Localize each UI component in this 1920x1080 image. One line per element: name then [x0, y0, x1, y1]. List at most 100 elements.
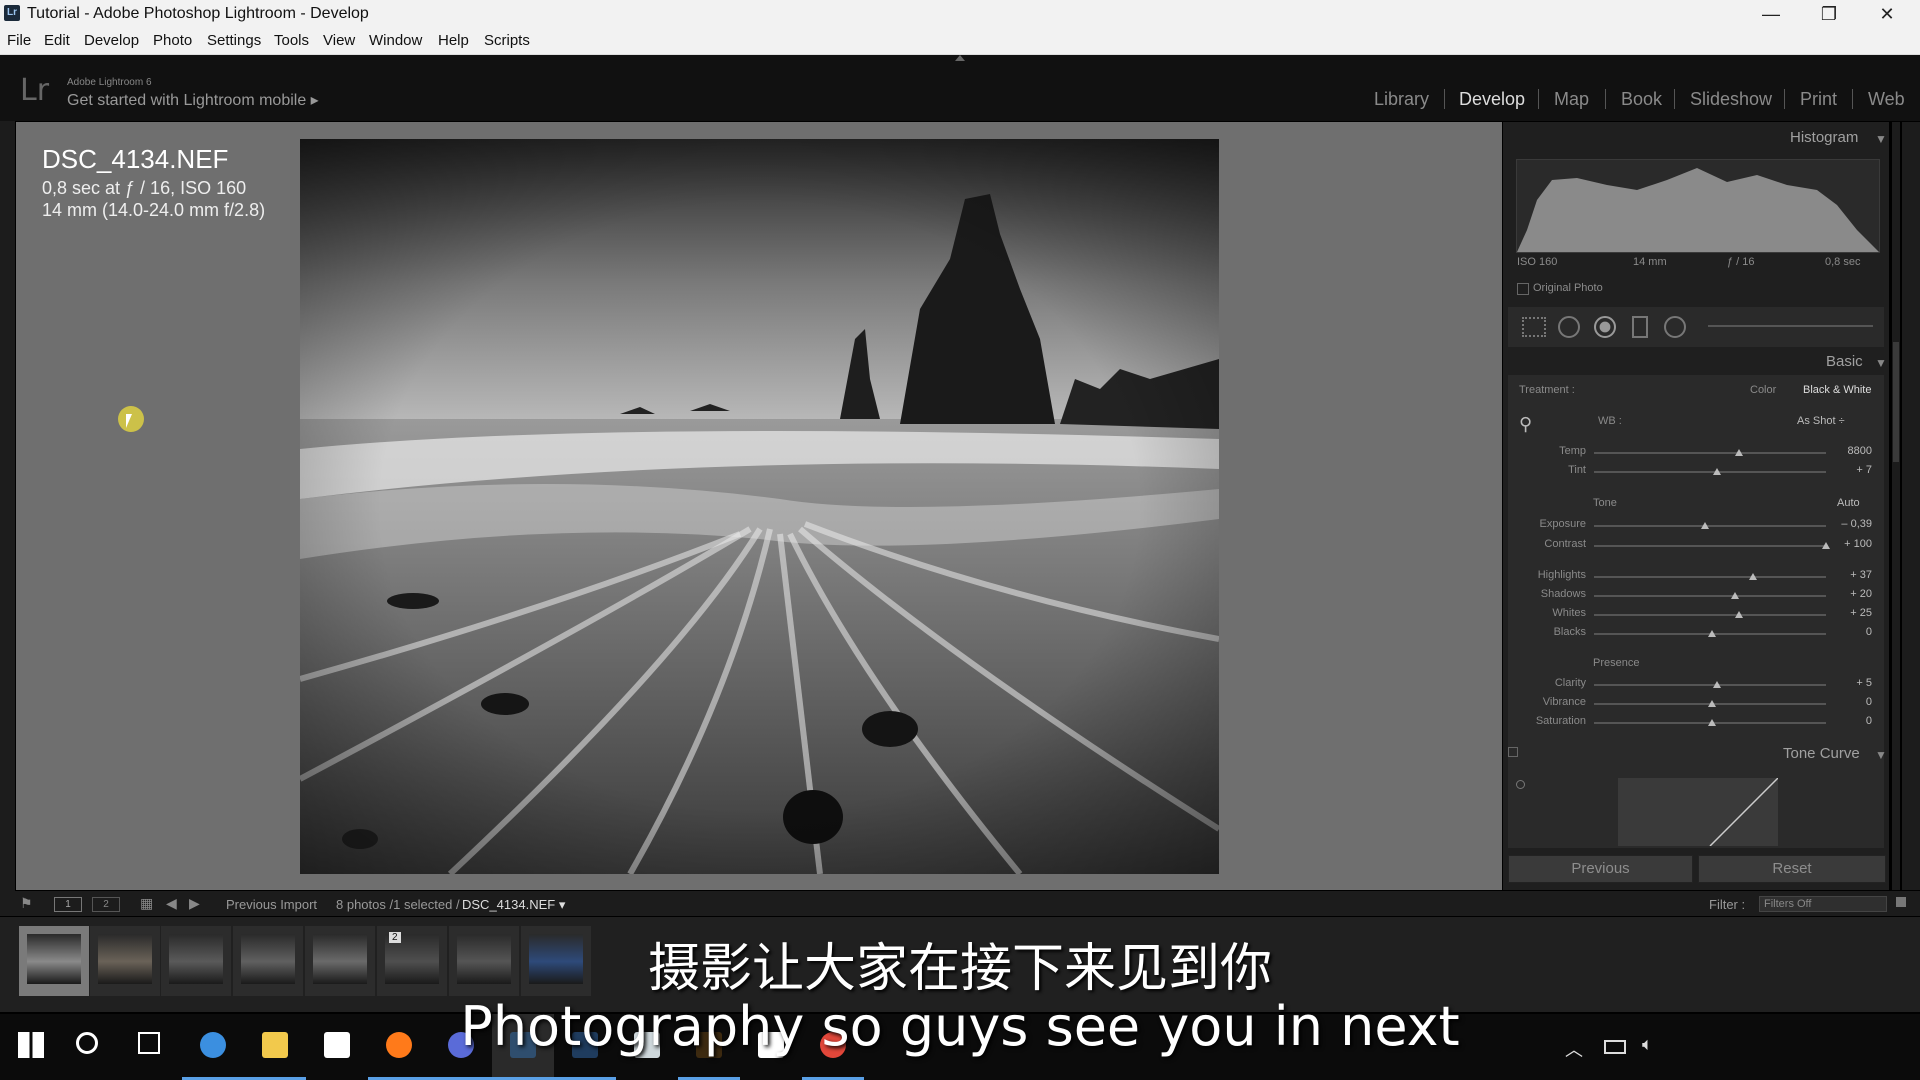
slider-track-whites[interactable]	[1594, 614, 1826, 616]
slider-value-saturation[interactable]: 0	[1836, 715, 1872, 727]
maximize-button[interactable]: ❐	[1800, 0, 1858, 30]
menu-develop[interactable]: Develop	[84, 32, 139, 49]
mobile-prompt-link[interactable]: Get started with Lightroom mobile ▸	[67, 90, 319, 110]
targeted-adjustment-icon[interactable]	[1516, 780, 1525, 789]
selected-filename-dropdown[interactable]: DSC_4134.NEF ▾	[462, 897, 565, 913]
slider-value-tint[interactable]: + 7	[1836, 464, 1872, 476]
slider-value-exposure[interactable]: – 0,39	[1836, 518, 1872, 530]
back-arrow-icon[interactable]: ◀	[166, 895, 177, 912]
tone-auto-button[interactable]: Auto	[1837, 497, 1860, 509]
slider-value-clarity[interactable]: + 5	[1836, 677, 1872, 689]
radial-filter-icon[interactable]	[1664, 316, 1686, 338]
filmstrip-source[interactable]: Previous Import	[226, 897, 317, 912]
slider-value-whites[interactable]: + 25	[1836, 607, 1872, 619]
filter-lock-icon[interactable]	[1896, 897, 1906, 907]
slider-thumb-vibrance[interactable]	[1708, 700, 1716, 707]
right-panel-scrollbar[interactable]	[1892, 122, 1900, 890]
slider-value-shadows[interactable]: + 20	[1836, 588, 1872, 600]
seascape-image	[300, 139, 1219, 874]
histogram-panel-title[interactable]: Histogram	[1790, 129, 1858, 146]
red-eye-icon[interactable]	[1594, 316, 1616, 338]
tone-curve-collapse-icon[interactable]: ▼	[1875, 748, 1887, 762]
menu-photo[interactable]: Photo	[153, 32, 192, 49]
module-separator	[1784, 89, 1785, 109]
menu-help[interactable]: Help	[438, 32, 469, 49]
crop-overlay-icon[interactable]	[1522, 317, 1546, 337]
wb-preset-dropdown[interactable]: As Shot ÷	[1797, 415, 1845, 427]
menu-view[interactable]: View	[323, 32, 355, 49]
menu-tools[interactable]: Tools	[274, 32, 309, 49]
lightroom-logo: Lr	[20, 73, 50, 108]
module-develop[interactable]: Develop	[1459, 89, 1525, 110]
slider-track-exposure[interactable]	[1594, 525, 1826, 527]
right-panel-edge[interactable]	[1902, 122, 1920, 890]
left-panel-collapsed[interactable]	[0, 121, 15, 891]
main-window-view-button[interactable]: 1	[54, 897, 82, 912]
wb-label: WB :	[1598, 415, 1622, 427]
main-photo[interactable]	[300, 139, 1219, 874]
slider-thumb-tint[interactable]	[1713, 468, 1721, 475]
slider-thumb-highlights[interactable]	[1749, 573, 1757, 580]
treatment-color-option[interactable]: Color	[1750, 384, 1776, 396]
filter-dropdown[interactable]: Filters Off	[1759, 896, 1887, 912]
slider-thumb-exposure[interactable]	[1701, 522, 1709, 529]
slider-thumb-saturation[interactable]	[1708, 719, 1716, 726]
tone-curve-graph[interactable]	[1618, 777, 1779, 847]
module-slideshow[interactable]: Slideshow	[1690, 89, 1772, 110]
slider-track-temp[interactable]	[1594, 452, 1826, 454]
slider-thumb-clarity[interactable]	[1713, 681, 1721, 688]
menu-file[interactable]: File	[7, 32, 31, 49]
slider-track-shadows[interactable]	[1594, 595, 1826, 597]
module-web[interactable]: Web	[1868, 89, 1905, 110]
minimize-button[interactable]: —	[1742, 0, 1800, 30]
module-library[interactable]: Library	[1374, 89, 1429, 110]
slider-track-clarity[interactable]	[1594, 684, 1826, 686]
tool-strip	[1508, 307, 1884, 347]
subtitle-chinese: 摄影让大家在接下来见到你	[647, 939, 1272, 999]
module-print[interactable]: Print	[1800, 89, 1837, 110]
treatment-bw-option[interactable]: Black & White	[1803, 384, 1871, 396]
slider-thumb-temp[interactable]	[1735, 449, 1743, 456]
slider-value-vibrance[interactable]: 0	[1836, 696, 1872, 708]
secondary-window-icon[interactable]: ⚑	[20, 895, 33, 912]
slider-track-highlights[interactable]	[1594, 576, 1826, 578]
white-balance-eyedropper-icon[interactable]: ⚲	[1519, 414, 1541, 436]
adjustment-brush-slider[interactable]	[1708, 325, 1873, 327]
module-map[interactable]: Map	[1554, 89, 1589, 110]
menu-settings[interactable]: Settings	[207, 32, 261, 49]
forward-arrow-icon[interactable]: ▶	[189, 895, 200, 912]
slider-thumb-shadows[interactable]	[1731, 592, 1739, 599]
menu-window[interactable]: Window	[369, 32, 422, 49]
spot-removal-icon[interactable]	[1558, 316, 1580, 338]
reset-button[interactable]: Reset	[1698, 855, 1886, 883]
slider-value-temp[interactable]: 8800	[1836, 445, 1872, 457]
histogram-graph[interactable]	[1516, 159, 1880, 253]
slider-value-contrast[interactable]: + 100	[1836, 538, 1872, 550]
slider-track-tint[interactable]	[1594, 471, 1826, 473]
secondary-window-view-button[interactable]: 2	[92, 897, 120, 912]
slider-label-saturation: Saturation	[1535, 715, 1586, 727]
slider-thumb-contrast[interactable]	[1822, 542, 1830, 549]
graduated-filter-icon[interactable]	[1632, 316, 1648, 338]
top-panel-toggle-icon[interactable]	[955, 55, 965, 61]
previous-button[interactable]: Previous	[1508, 855, 1693, 883]
module-separator	[1674, 89, 1675, 109]
slider-track-contrast[interactable]	[1594, 545, 1826, 547]
tone-curve-panel-title[interactable]: Tone Curve	[1783, 745, 1860, 762]
grid-view-icon[interactable]: ▦	[140, 895, 153, 912]
right-panel: Histogram ▼ ISO 160 14 mm ƒ / 16 0,8 sec…	[1503, 122, 1889, 890]
original-photo-checkbox[interactable]	[1517, 283, 1529, 295]
slider-value-blacks[interactable]: 0	[1836, 626, 1872, 638]
basic-panel-title[interactable]: Basic	[1826, 353, 1863, 370]
module-separator	[1538, 89, 1539, 109]
tone-curve-toggle[interactable]	[1508, 747, 1518, 757]
menu-scripts[interactable]: Scripts	[484, 32, 530, 49]
basic-collapse-icon[interactable]: ▼	[1875, 356, 1887, 370]
module-book[interactable]: Book	[1621, 89, 1662, 110]
slider-thumb-blacks[interactable]	[1708, 630, 1716, 637]
slider-value-highlights[interactable]: + 37	[1836, 569, 1872, 581]
histogram-collapse-icon[interactable]: ▼	[1875, 132, 1887, 146]
slider-thumb-whites[interactable]	[1735, 611, 1743, 618]
menu-edit[interactable]: Edit	[44, 32, 70, 49]
close-button[interactable]: ✕	[1858, 0, 1916, 30]
